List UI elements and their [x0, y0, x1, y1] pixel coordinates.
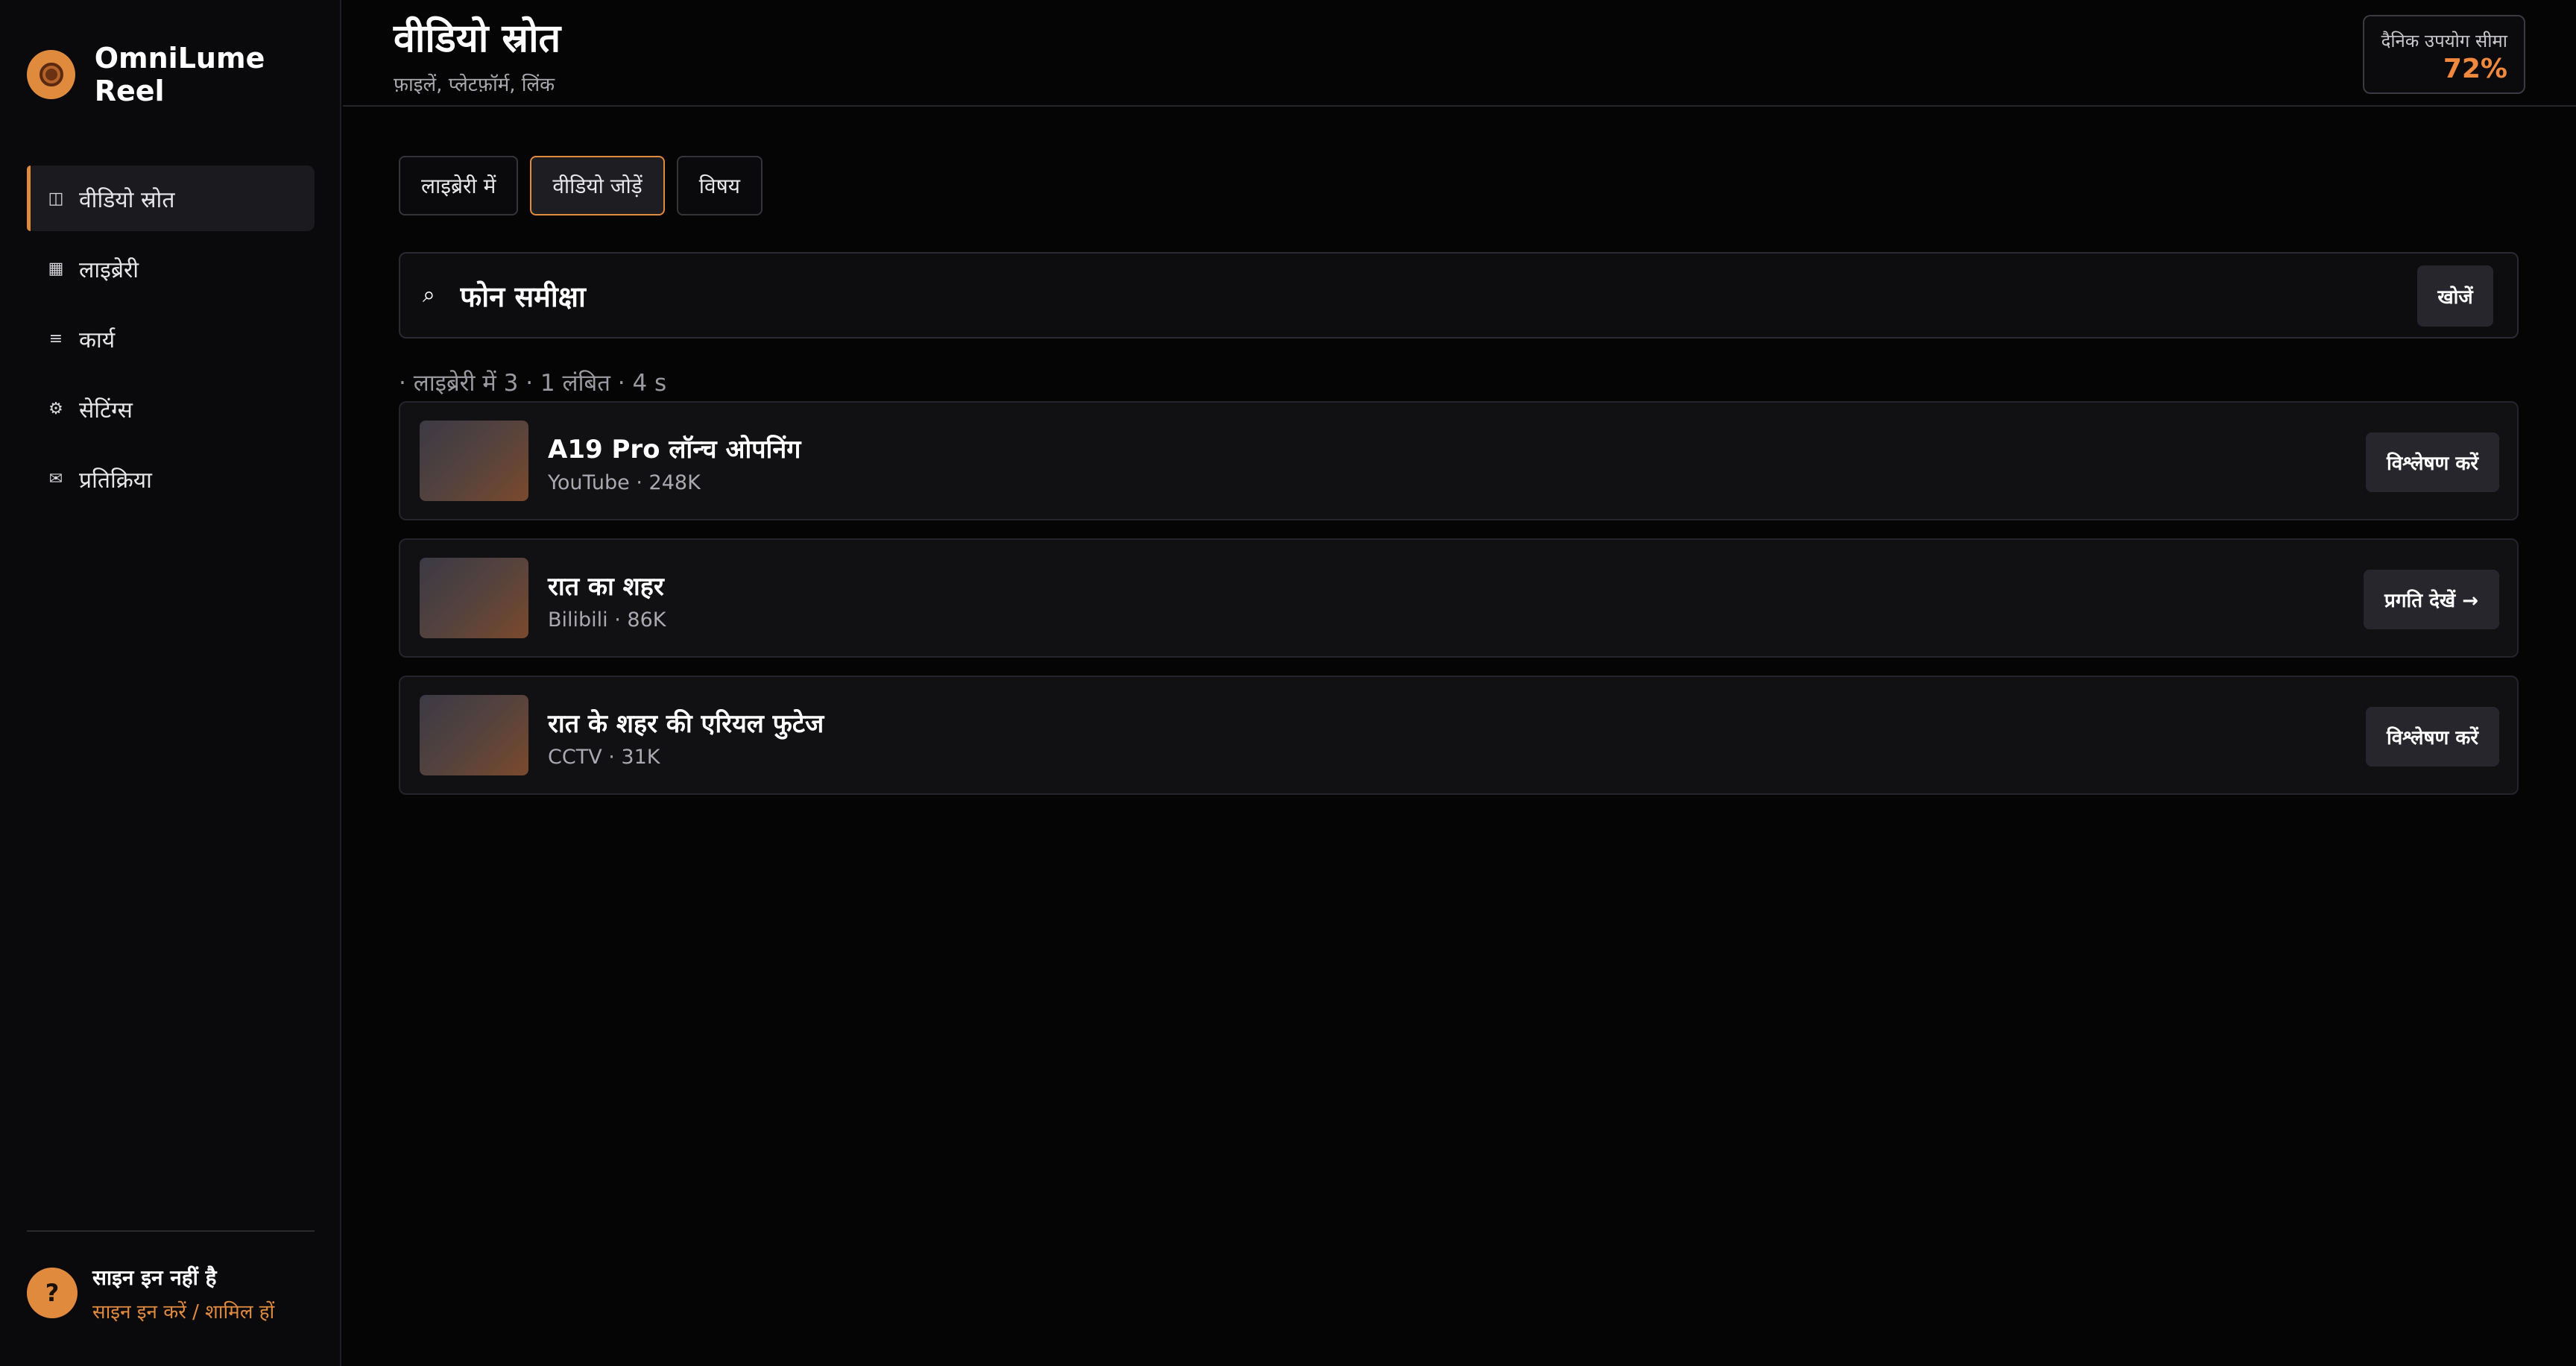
search-input[interactable] — [460, 273, 2174, 319]
columns-icon: ◫ — [48, 189, 64, 208]
sidebar-item-feedback[interactable]: ✉ प्रतिक्रिया — [27, 446, 315, 512]
brand[interactable]: OmniLume Reel — [27, 42, 340, 107]
video-title: रात के शहर की एरियल फुटेज — [548, 709, 824, 739]
library-icon: ▦ — [48, 259, 64, 278]
list-icon: ≡ — [48, 329, 63, 348]
video-thumbnail[interactable] — [420, 421, 528, 501]
source-tabs: लाइब्रेरी में वीडियो जोड़ें विषय — [399, 156, 774, 215]
search-button[interactable]: खोजें — [2417, 265, 2493, 327]
video-meta: CCTV · 31K — [548, 746, 660, 769]
sidebar-item-label: सेटिंग्स — [79, 397, 133, 424]
library-status: · लाइब्रेरी में 3 · 1 लंबित · 4 s — [399, 370, 667, 397]
analyze-button[interactable]: विश्लेषण करें — [2365, 432, 2499, 492]
list-item[interactable]: A19 Pro लॉन्च ओपनिंग YouTube · 248K विश्… — [399, 401, 2519, 520]
sidebar-item-label: लाइब्रेरी — [79, 256, 139, 283]
list-item[interactable]: रात का शहर Bilibili · 86K प्रगति देखें → — [399, 538, 2519, 658]
usage-quota-card: दैनिक उपयोग सीमा 72% — [2363, 15, 2525, 94]
tab-topics[interactable]: विषय — [676, 156, 763, 215]
app-window: OmniLume Reel ◫ वीडियो स्रोत ▦ लाइब्रेरी… — [0, 0, 2576, 1366]
search-icon: ⌕ — [423, 282, 435, 308]
video-meta: YouTube · 248K — [548, 471, 701, 494]
sidebar-item-library[interactable]: ▦ लाइब्रेरी — [27, 236, 315, 301]
account-panel: ? साइन इन नहीं है साइन इन करें / शामिल ह… — [27, 1230, 315, 1366]
page-subtitle: फ़ाइलें, प्लेटफ़ॉर्म, लिंक — [394, 74, 555, 96]
sidebar-nav: ◫ वीडियो स्रोत ▦ लाइब्रेरी ≡ कार्य ⚙ सेट… — [27, 166, 315, 516]
tab-add-video[interactable]: वीडियो जोड़ें — [530, 156, 665, 215]
page-header: वीडियो स्रोत फ़ाइलें, प्लेटफ़ॉर्म, लिंक … — [343, 0, 2576, 107]
brand-name: OmniLume Reel — [94, 42, 265, 107]
video-title: रात का शहर — [548, 572, 664, 602]
usage-quota-label: दैनिक उपयोग सीमा — [2381, 31, 2507, 51]
sign-in-link[interactable]: साइन इन करें / शामिल हों — [92, 1297, 274, 1324]
sign-in-status: साइन इन नहीं है — [92, 1265, 217, 1290]
sidebar-item-label: कार्य — [79, 327, 116, 353]
tab-in-library[interactable]: लाइब्रेरी में — [399, 156, 519, 215]
gear-icon: ⚙ — [48, 399, 63, 418]
usage-quota-value: 72% — [2443, 54, 2507, 84]
sidebar-item-label: वीडियो स्रोत — [79, 186, 175, 213]
sidebar: OmniLume Reel ◫ वीडियो स्रोत ▦ लाइब्रेरी… — [0, 0, 341, 1366]
sidebar-item-video-sources[interactable]: ◫ वीडियो स्रोत — [27, 166, 315, 231]
sidebar-item-tasks[interactable]: ≡ कार्य — [27, 306, 315, 371]
results-list: A19 Pro लॉन्च ओपनिंग YouTube · 248K विश्… — [399, 401, 2519, 813]
video-title: A19 Pro लॉन्च ओपनिंग — [548, 435, 801, 465]
avatar[interactable]: ? — [27, 1268, 78, 1318]
mail-icon: ✉ — [48, 469, 63, 488]
video-thumbnail[interactable] — [420, 558, 528, 638]
search-bar: ⌕ खोजें — [399, 252, 2519, 339]
sidebar-item-label: प्रतिक्रिया — [79, 467, 152, 494]
video-meta: Bilibili · 86K — [548, 608, 666, 632]
brand-logo-icon — [27, 50, 75, 99]
view-progress-button[interactable]: प्रगति देखें → — [2364, 570, 2499, 629]
page-title: वीडियो स्रोत — [394, 16, 561, 61]
video-thumbnail[interactable] — [420, 695, 528, 775]
sidebar-item-settings[interactable]: ⚙ सेटिंग्स — [27, 376, 315, 441]
analyze-button[interactable]: विश्लेषण करें — [2365, 707, 2499, 767]
list-item[interactable]: रात के शहर की एरियल फुटेज CCTV · 31K विश… — [399, 676, 2519, 795]
